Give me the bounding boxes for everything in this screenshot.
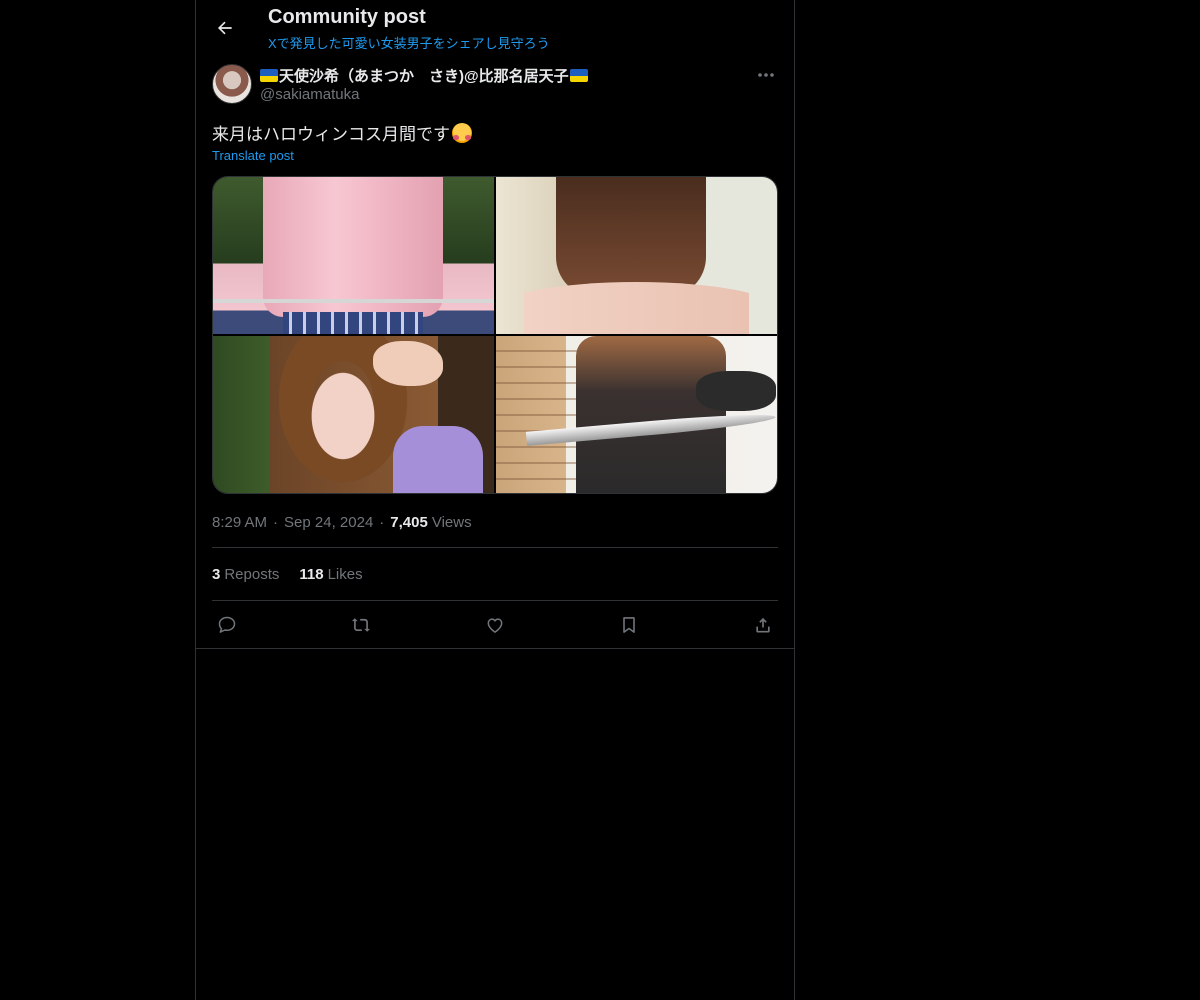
avatar[interactable] <box>212 64 252 104</box>
views-label: Views <box>431 514 472 531</box>
divider <box>212 547 778 548</box>
ukraine-flag-icon <box>569 69 588 82</box>
reply-button[interactable] <box>212 612 242 638</box>
post-time[interactable]: 8:29 AM <box>212 514 267 531</box>
main-column: Community post Xで発見した可愛い女装男子をシェアし見守ろう 天使… <box>195 0 795 1000</box>
media-grid <box>212 176 778 494</box>
post-stats: 3 Reposts 118 Likes <box>212 566 363 583</box>
smiling-face-with-hearts-icon <box>452 122 472 143</box>
post-body: 来月はハロウィンコス月間です <box>212 125 450 144</box>
likes-count: 118 <box>299 566 324 583</box>
page-header: Community post Xで発見した可愛い女装男子をシェアし見守ろう <box>196 0 794 55</box>
translate-post-link[interactable]: Translate post <box>212 148 294 163</box>
reposts-count: 3 <box>212 566 221 583</box>
more-horizontal-icon <box>758 73 774 77</box>
repost-icon <box>350 615 372 635</box>
bookmark-button[interactable] <box>614 612 644 638</box>
reply-icon <box>217 615 237 635</box>
author-name-row[interactable]: 天使沙希（あまつか さき)@比那名居天子 <box>260 65 588 86</box>
photo-black-outfit[interactable] <box>496 177 777 334</box>
ukraine-flag-icon <box>260 69 278 82</box>
repost-button[interactable] <box>346 612 376 638</box>
photo-sword[interactable] <box>496 336 777 493</box>
reposts-stat[interactable]: 3 Reposts <box>212 566 279 583</box>
author-handle[interactable]: @sakiamatuka <box>260 86 359 103</box>
photo-pink-jacket[interactable] <box>213 177 494 334</box>
arrow-left-icon <box>215 18 235 38</box>
post-meta: 8:29 AM · Sep 24, 2024 · 7,405 Views <box>212 514 472 531</box>
photo-peace-sign[interactable] <box>213 336 494 493</box>
like-icon <box>485 615 505 635</box>
author-display-name[interactable]: 天使沙希（あまつか さき)@比那名居天子 <box>279 65 569 86</box>
likes-label: Likes <box>327 566 363 583</box>
page-title: Community post <box>268 6 426 28</box>
back-button[interactable] <box>208 11 242 45</box>
bookmark-icon <box>619 615 639 635</box>
likes-stat[interactable]: 118 Likes <box>299 566 362 583</box>
share-icon <box>753 615 773 635</box>
divider <box>212 600 778 601</box>
post-actions <box>212 612 778 638</box>
divider <box>196 648 794 649</box>
views-count: 7,405 <box>390 514 428 531</box>
more-options-button[interactable] <box>754 64 778 86</box>
post-text: 来月はハロウィンコス月間です <box>212 120 472 145</box>
community-name-link[interactable]: Xで発見した可愛い女装男子をシェアし見守ろう <box>268 33 550 52</box>
meta-separator: · <box>379 514 385 531</box>
like-button[interactable] <box>480 612 510 638</box>
share-button[interactable] <box>748 612 778 638</box>
reposts-label: Reposts <box>224 566 280 583</box>
post-date[interactable]: Sep 24, 2024 <box>284 514 373 531</box>
meta-separator: · <box>273 514 279 531</box>
